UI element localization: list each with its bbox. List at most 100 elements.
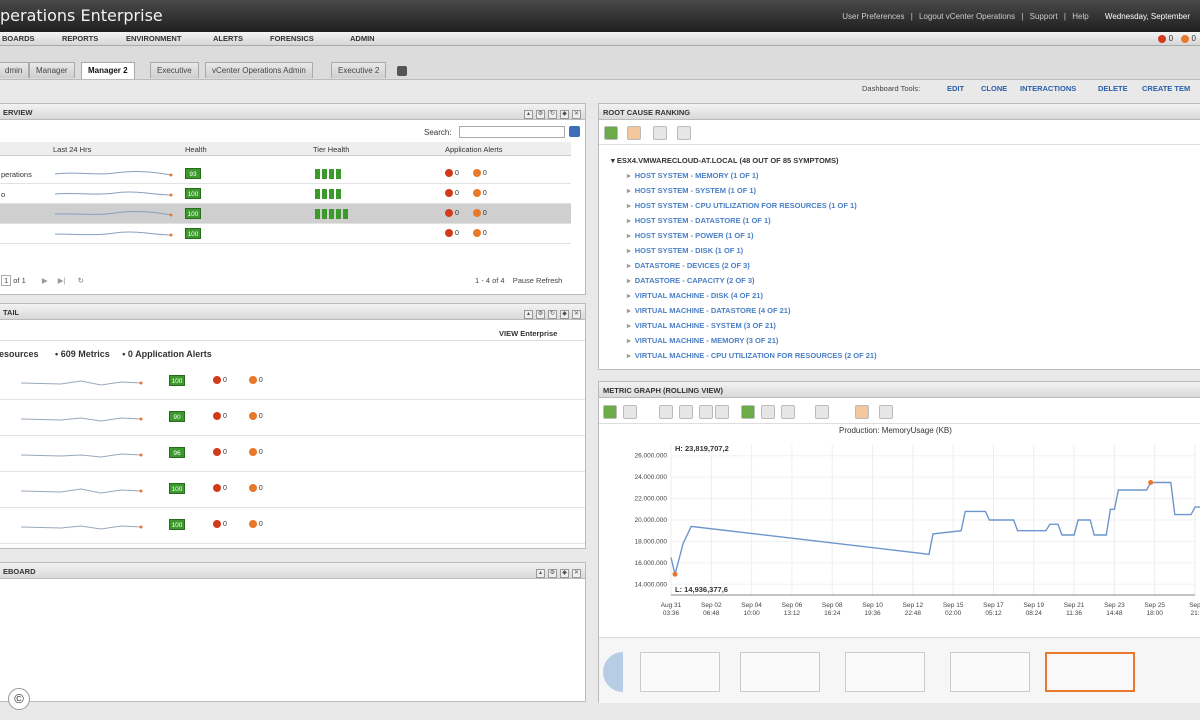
health-badge[interactable]: 90 [169, 411, 185, 422]
max-point[interactable] [1148, 480, 1154, 485]
collapse-icon[interactable]: ▴ [536, 569, 545, 578]
list-item[interactable]: 100 0 0 [0, 366, 585, 400]
column-header[interactable]: Tier Health [313, 145, 349, 154]
symptom-item[interactable]: HOST SYSTEM - DATASTORE (1 OF 1) [635, 216, 771, 225]
min-point[interactable] [672, 571, 678, 577]
refresh-icon[interactable]: ↻ [78, 276, 84, 285]
warning-alert-icon[interactable] [472, 169, 481, 177]
health-badge[interactable]: 96 [169, 447, 185, 458]
health-badge[interactable]: 100 [185, 208, 201, 219]
health-badge[interactable]: 93 [185, 168, 201, 179]
critical-alert-icon[interactable] [445, 169, 453, 177]
support-link[interactable]: Support [1030, 12, 1058, 21]
search-input[interactable] [459, 126, 565, 138]
symptom-item[interactable]: VIRTUAL MACHINE - CPU UTILIZATION FOR RE… [635, 351, 877, 360]
health-badge[interactable]: 100 [169, 483, 185, 494]
critical-alert-icon[interactable] [213, 484, 221, 492]
column-header[interactable]: Health [185, 145, 207, 154]
tier-health-bar[interactable] [322, 209, 327, 219]
critical-alert-icon[interactable] [213, 520, 221, 528]
menu-dashboards[interactable]: BOARDS [2, 34, 35, 43]
warning-alert-icon[interactable] [248, 484, 257, 492]
tier-health-bar[interactable] [315, 189, 320, 199]
maximize-icon[interactable]: ◆ [560, 110, 569, 119]
symptom-item[interactable]: HOST SYSTEM - MEMORY (1 OF 1) [635, 171, 759, 180]
maximize-icon[interactable]: ◆ [560, 569, 569, 578]
tier-health-bar[interactable] [329, 209, 334, 219]
tier-health-bar[interactable] [329, 169, 334, 179]
critical-alert-icon[interactable] [445, 229, 453, 237]
symptom-item[interactable]: DATASTORE - CAPACITY (2 OF 3) [635, 276, 755, 285]
health-badge[interactable]: 100 [169, 519, 185, 530]
critical-alert-icon[interactable] [213, 412, 221, 420]
critical-alert-icon[interactable] [445, 189, 453, 197]
tier-health-bar[interactable] [315, 169, 320, 179]
export-icon[interactable] [653, 126, 667, 140]
tab-manager[interactable]: Manager [29, 62, 75, 78]
highlight-icon[interactable] [855, 405, 869, 419]
prev-arrow-icon[interactable] [603, 652, 623, 692]
clone-link[interactable]: CLONE [981, 84, 1007, 93]
symptom-item[interactable]: HOST SYSTEM - SYSTEM (1 OF 1) [635, 186, 756, 195]
column-header[interactable]: Last 24 Hrs [53, 145, 91, 154]
expand-icon[interactable] [781, 405, 795, 419]
symptom-item[interactable]: DATASTORE - DEVICES (2 OF 3) [635, 261, 750, 270]
symptom-root[interactable]: ▾ ESX4.VMWARECLOUD-AT.LOCAL (48 OUT OF 8… [611, 156, 839, 165]
symptom-item[interactable]: HOST SYSTEM - POWER (1 OF 1) [635, 231, 754, 240]
logout-link[interactable]: Logout vCenter Operations [919, 12, 1015, 21]
maximize-icon[interactable]: ◆ [560, 310, 569, 319]
search-icon[interactable] [815, 405, 829, 419]
memory-usage-chart[interactable]: Aug 3103:36Sep 0206:48Sep 0410:00Sep 061… [599, 437, 1200, 637]
config-icon[interactable]: ⚙ [536, 310, 545, 319]
tier-health-bar[interactable] [322, 169, 327, 179]
symptom-item[interactable]: VIRTUAL MACHINE - SYSTEM (3 OF 21) [635, 321, 776, 330]
warning-alert-icon[interactable] [472, 229, 481, 237]
tier-health-bar[interactable] [336, 189, 341, 199]
user-preferences-link[interactable]: User Preferences [842, 12, 904, 21]
menu-alerts[interactable]: ALERTS [213, 34, 243, 43]
list-item[interactable]: 100 0 0 [0, 474, 585, 508]
tab-executive[interactable]: Executive [150, 62, 199, 78]
warning-alert-icon[interactable] [472, 209, 481, 217]
symptom-item[interactable]: VIRTUAL MACHINE - DATASTORE (4 OF 21) [635, 306, 791, 315]
refresh-icon[interactable] [604, 126, 618, 140]
search-icon[interactable] [569, 126, 580, 137]
thumbnail-2[interactable] [740, 652, 820, 692]
symptom-item[interactable]: HOST SYSTEM - CPU UTILIZATION FOR RESOUR… [635, 201, 857, 210]
zoom-icon[interactable] [715, 405, 729, 419]
table-row[interactable]: 100 0 0 [0, 204, 571, 224]
tab-vcenter-operations-admin[interactable]: vCenter Operations Admin [205, 62, 313, 78]
comment-icon[interactable] [627, 126, 641, 140]
config-icon[interactable]: ⚙ [536, 110, 545, 119]
refresh-icon[interactable]: ↻ [548, 110, 557, 119]
delete-link[interactable]: DELETE [1098, 84, 1128, 93]
interactions-link[interactable]: INTERACTIONS [1020, 84, 1076, 93]
add-tab-icon[interactable] [397, 66, 407, 76]
pause-refresh-button[interactable]: Pause Refresh [513, 276, 563, 285]
collapse-icon[interactable]: ▴ [524, 110, 533, 119]
alert-counts[interactable]: 0 0 [1158, 34, 1196, 43]
symptom-item[interactable]: VIRTUAL MACHINE - DISK (4 OF 21) [635, 291, 763, 300]
pan-icon[interactable] [761, 405, 775, 419]
columns-icon[interactable] [677, 126, 691, 140]
thumbnail-3[interactable] [845, 652, 925, 692]
series-line[interactable] [670, 481, 1200, 575]
critical-alert-icon[interactable] [213, 448, 221, 456]
tier-health-bar[interactable] [322, 189, 327, 199]
dropdown-icon[interactable] [879, 405, 893, 419]
thumbnail-5-selected[interactable] [1045, 652, 1135, 692]
table-row[interactable]: perations 93 0 0 [0, 164, 571, 184]
line-chart-icon[interactable] [623, 405, 637, 419]
thumbnail-1[interactable] [640, 652, 720, 692]
scale-icon[interactable] [603, 405, 617, 419]
tab-admin[interactable]: dmin [0, 62, 30, 78]
menu-environment[interactable]: ENVIRONMENT [126, 34, 181, 43]
zoom-fit-icon[interactable] [741, 405, 755, 419]
thumbnail-4[interactable] [950, 652, 1030, 692]
split-icon[interactable] [679, 405, 693, 419]
close-icon[interactable]: ✕ [572, 110, 581, 119]
tier-health-bar[interactable] [336, 169, 341, 179]
tier-health-bar[interactable] [336, 209, 341, 219]
stack-icon[interactable] [699, 405, 713, 419]
last-page-icon[interactable]: ▶| [58, 276, 66, 285]
